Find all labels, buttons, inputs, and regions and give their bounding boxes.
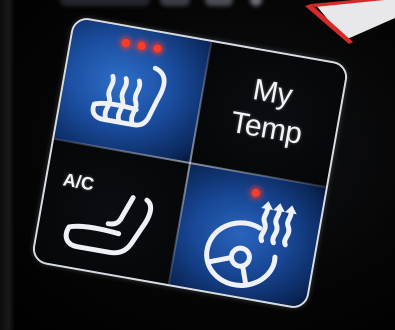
heated-steering-wheel-icon <box>204 201 297 288</box>
heat-level-indicator-1 <box>121 38 131 48</box>
heated-steering-wheel-button[interactable] <box>168 163 326 309</box>
climate-control-panel: My Temp A/C <box>30 15 350 311</box>
hazard-triangle-icon <box>305 0 395 44</box>
ventilated-seat-button[interactable]: A/C <box>32 139 190 285</box>
scene: My Temp A/C <box>0 0 395 330</box>
my-temp-label: My Temp <box>195 64 343 159</box>
heat-level-indicator-2 <box>136 41 147 51</box>
heat-level-indicator-3 <box>152 43 163 54</box>
panel-frame: My Temp A/C <box>30 15 350 311</box>
ventilated-seat-icon <box>63 195 154 256</box>
left-bezel <box>0 0 14 330</box>
